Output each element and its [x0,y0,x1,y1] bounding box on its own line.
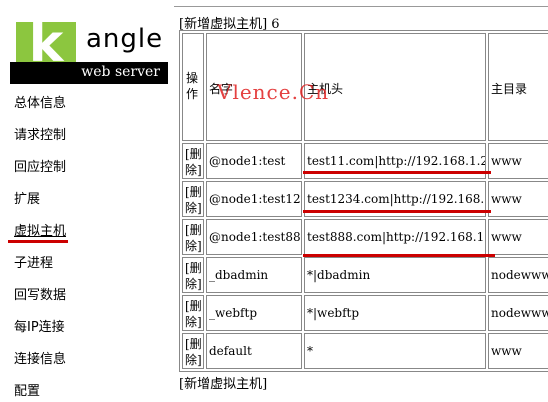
vhost-dir: www [491,154,522,168]
vhost-dir: nodewww [491,268,548,282]
vhost-dir: nodewww [491,306,548,320]
delete-label-line2: 除] [185,239,202,253]
sidebar-item-7[interactable]: 每IP连接 [14,316,65,335]
vhost-host: * [307,344,313,358]
sidebar-item-8[interactable]: 连接信息 [14,348,66,367]
delete-link[interactable]: [删除] [185,146,202,178]
vhost-dir-cell: www [488,181,548,217]
delete-cell: [删除] [182,181,204,217]
vhost-dir-cell: nodewww [488,257,548,293]
header-op: 操作 [182,33,204,141]
vhost-host: *|dbadmin [307,268,371,282]
vhost-name-cell: _webftp [206,295,302,331]
vhost-dir-cell: www [488,143,548,179]
delete-label-line1: [删 [185,223,202,237]
vhost-name-cell: @node1:test888 [206,219,302,255]
vhost-dir-cell: www [488,333,548,369]
add-vhost-link-bottom[interactable]: [新增虚拟主机] [179,373,267,392]
delete-link[interactable]: [删除] [185,298,202,330]
header-dir: 主目录 [488,33,548,141]
vhost-host: *|webftp [307,306,360,320]
header-host: 主机头 [304,33,486,141]
sidebar-item-5[interactable]: 子进程 [14,252,53,271]
delete-label-line2: 除] [185,353,202,367]
host-annotation-underline [303,210,491,213]
vhost-host: test11.com|http://192.168.1.218/ [307,154,485,168]
host-annotation-underline [303,171,491,174]
host-annotation-underline [303,254,495,257]
vhost-name-cell: @node1:test1234 [206,181,302,217]
vhost-host: test888.com|http://192.168.1.218/ [307,230,485,244]
vhost-name: _dbadmin [209,268,269,282]
delete-cell: [删除] [182,333,204,369]
sidebar-item-6[interactable]: 回写数据 [14,284,66,303]
vhost-dir-cell: www [488,219,548,255]
delete-label-line1: [删 [185,147,202,161]
delete-cell: [删除] [182,295,204,331]
delete-cell: [删除] [182,257,204,293]
delete-label-line1: [删 [185,337,202,351]
vhost-host-cell: *|webftp [304,295,486,331]
delete-link[interactable]: [删除] [185,336,202,368]
vhost-dir-cell: nodewww [488,295,548,331]
delete-label-line1: [删 [185,261,202,275]
vhost-name-cell: @node1:test [206,143,302,179]
sidebar-item-1[interactable]: 请求控制 [14,124,66,143]
vhost-host-cell: * [304,333,486,369]
header-dir-label: 主目录 [491,82,528,96]
vhost-host-cell: test888.com|http://192.168.1.218/ [304,219,486,255]
logo-subtitle: web server [81,64,160,80]
vhost-name: @node1:test888 [209,230,302,244]
vhost-host: test1234.com|http://192.168.1.218/ [307,192,485,206]
sidebar-item-0[interactable]: 总体信息 [14,92,66,111]
vhost-name: _webftp [209,306,257,320]
delete-cell: [删除] [182,219,204,255]
vhost-host-cell: *|dbadmin [304,257,486,293]
delete-label-line1: [删 [185,185,202,199]
sidebar-item-4[interactable]: 虚拟主机 [14,220,66,239]
delete-label-line2: 除] [185,163,202,177]
delete-link[interactable]: [删除] [185,260,202,292]
vhost-name: @node1:test1234 [209,192,301,206]
header-op-label: 操作 [186,71,199,101]
vhost-name: @node1:test [209,154,286,168]
delete-label-line2: 除] [185,315,202,329]
sidebar-item-2[interactable]: 回应控制 [14,156,66,175]
kangle-logo: k angle web server [10,14,168,84]
delete-label-line2: 除] [185,201,202,215]
delete-label-line1: [删 [185,299,202,313]
vhost-dir: www [491,344,522,358]
vhost-dir: www [491,230,522,244]
active-nav-annotation [8,240,68,243]
top-divider [174,6,548,7]
vhost-name: default [209,344,252,358]
delete-link[interactable]: [删除] [185,222,202,254]
logo-wordmark: angle [86,24,164,54]
delete-link[interactable]: [删除] [185,184,202,216]
watermark: Vlence.Cn [217,80,330,104]
vhost-name-cell: default [206,333,302,369]
sidebar-item-3[interactable]: 扩展 [14,188,40,207]
sidebar-item-9[interactable]: 配置 [14,380,40,399]
vhost-dir: www [491,192,522,206]
delete-cell: [删除] [182,143,204,179]
delete-label-line2: 除] [185,277,202,291]
vhost-name-cell: _dbadmin [206,257,302,293]
